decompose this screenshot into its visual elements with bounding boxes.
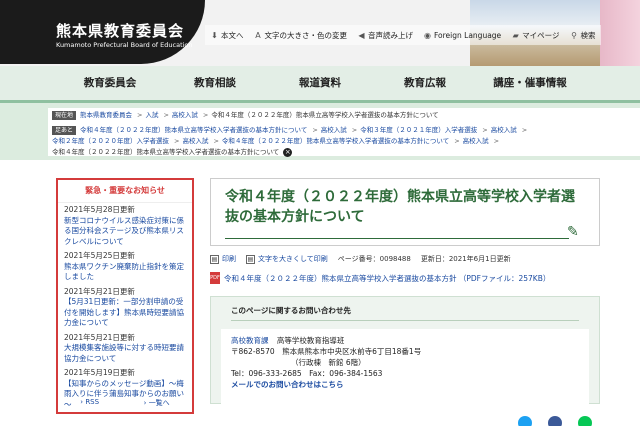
history-tag: 足あと [52, 126, 77, 135]
search-label: 検索 [580, 30, 596, 40]
nav-item-board[interactable]: 教育委員会 [58, 66, 163, 100]
breadcrumb-current: 現在地 熊本県教育委員会 > 入試 > 高校入試 > 令和４年度（２０２２年度）熊本県… [48, 108, 640, 123]
folder-icon: ▰ [512, 30, 519, 40]
contact-body: 高校教育課 高等学校教育指導班 〒862-8570 熊本県熊本市中央区水前寺6丁… [221, 329, 589, 405]
news-link[interactable]: 【5月31日更新：一部分割申請の受付を開始します】熊本県時短要請協力金について [64, 297, 186, 329]
current-location-tag: 現在地 [52, 111, 77, 120]
contact-dept-row: 高校教育課 高等学校教育指導班 [231, 335, 579, 346]
site-logo[interactable]: 熊本県教育委員会 Kumamoto Prefectural Board of E… [0, 0, 205, 64]
foreign-language-label: Foreign Language [434, 30, 502, 40]
history-link[interactable]: 令和２年度（２０２０年度）入学者選抜 [52, 136, 169, 147]
news-date: 2021年5月28日更新 [64, 205, 135, 214]
search-icon: ⚲ [571, 30, 577, 40]
text-size-icon: A [255, 30, 261, 40]
rss-link[interactable]: › RSS [80, 398, 99, 408]
news-item: 2021年5月28日更新 新型コロナウイルス感染症対策に係る国分科会ステージ及び… [64, 205, 186, 247]
print-button[interactable]: ▤ 印刷 [210, 254, 236, 264]
social-share [518, 416, 608, 426]
news-link[interactable]: 熊本県ワクチン廃棄防止指針を策定しました [64, 262, 186, 283]
pdf-download: PDF 令和４年度（２０２２年度）熊本県立高等学校入学者選抜の基本方針 （PDF… [210, 272, 610, 284]
news-link[interactable]: 大規模集客施設等に対する時短要請協力金について [64, 343, 186, 364]
nav-item-consultation[interactable]: 教育相談 [163, 66, 268, 100]
pdf-link[interactable]: 令和４年度（２０２２年度）熊本県立高等学校入学者選抜の基本方針 （PDFファイル… [224, 273, 550, 284]
urgent-notices-heading: 緊急・重要なお知らせ [58, 180, 192, 203]
page-title-box: 令和４年度（２０２２年度）熊本県立高等学校入学者選抜の基本方針について ✎ [210, 178, 600, 246]
pencil-icon: ✎ [567, 224, 579, 240]
contact-address-detail: （行政棟 新館 6階） [291, 358, 366, 367]
news-date: 2021年5月21日更新 [64, 286, 135, 296]
read-aloud-button[interactable]: ◀ 音声読み上げ [352, 26, 418, 44]
news-list: 2021年5月28日更新 新型コロナウイルス感染症対策に係る国分科会ステージ及び… [58, 203, 192, 416]
speaker-icon: ◀ [358, 30, 365, 40]
history-link[interactable]: 令和４年度（２０２２年度）熊本県立高等学校入学者選抜の基本方針について [222, 136, 449, 147]
breadcrumb-history: 足あと 令和４年度（２０２２年度）熊本県立高等学校入学者選抜の基本方針について >… [52, 125, 528, 157]
skip-to-content-label: 本文へ [221, 30, 244, 40]
site-header: 熊本県教育委員会 Kumamoto Prefectural Board of E… [0, 0, 640, 66]
skip-to-content-button[interactable]: ⬇ 本文へ [205, 26, 249, 44]
read-aloud-label: 音声読み上げ [368, 30, 413, 40]
page-title: 令和４年度（２０２２年度）熊本県立高等学校入学者選抜の基本方針について [225, 189, 575, 225]
news-item: 2021年5月21日更新 【5月31日更新：一部分割申請の受付を開始します】熊本… [64, 287, 186, 329]
twitter-icon[interactable] [518, 416, 532, 426]
download-icon: ⬇ [211, 30, 218, 40]
breadcrumb-link[interactable]: 高校入試 [172, 110, 198, 121]
globe-icon: ◉ [424, 30, 431, 40]
breadcrumb-link[interactable]: 熊本県教育委員会 [80, 110, 132, 121]
contact-phone: Tel：096-333-2685 Fax：096-384-1563 [231, 369, 383, 378]
news-link[interactable]: 新型コロナウイルス感染症対策に係る国分科会ステージ及び熊本県リスクレベルについて [64, 216, 186, 248]
search-button[interactable]: ⚲ 検索 [565, 26, 601, 44]
contact-dept-link[interactable]: 高校教育課 [231, 336, 269, 345]
news-item: 2021年5月25日更新 熊本県ワクチン廃棄防止指針を策定しました [64, 251, 186, 283]
header-toolbar: ⬇ 本文へ A 文字の大きさ・色の変更 ◀ 音声読み上げ ◉ Foreign Langu… [205, 25, 601, 45]
facebook-icon[interactable] [548, 416, 562, 426]
my-page-button[interactable]: ▰ マイページ [506, 26, 564, 44]
print-label: 印刷 [222, 255, 236, 263]
breadcrumb-current-page: 令和４年度（２０２２年度）熊本県立高等学校入学者選抜の基本方針について [211, 111, 439, 119]
text-size-label: 文字の大きさ・色の変更 [264, 30, 348, 40]
close-icon[interactable]: × [283, 148, 293, 157]
main-content: 令和４年度（２０２２年度）熊本県立高等学校入学者選抜の基本方針について ✎ ▤ 印… [210, 178, 610, 426]
text-size-button[interactable]: A 文字の大きさ・色の変更 [249, 26, 353, 44]
history-link[interactable]: 高校入試 [182, 136, 208, 147]
news-date: 2021年5月25日更新 [64, 251, 135, 260]
news-item: 2021年5月21日更新 大規模集客施設等に対する時短要請協力金について [64, 333, 186, 365]
pdf-icon: PDF [210, 272, 220, 284]
print-icon: ▤ [210, 255, 219, 264]
contact-mail-link[interactable]: メールでのお問い合わせはこちら [231, 380, 344, 389]
news-date: 2021年5月19日更新 [64, 368, 135, 377]
history-link[interactable]: 高校入試 [491, 125, 517, 136]
news-date: 2021年5月21日更新 [64, 332, 135, 342]
site-subtitle: Kumamoto Prefectural Board of Education [56, 41, 193, 49]
nav-item-publicity[interactable]: 教育広報 [373, 66, 478, 100]
line-icon[interactable] [578, 416, 592, 426]
site-title[interactable]: 熊本県教育委員会 [56, 20, 184, 41]
foreign-language-button[interactable]: ◉ Foreign Language [418, 26, 506, 44]
history-link[interactable]: 高校入試 [321, 125, 347, 136]
history-current-page: 令和４年度（２０２２年度）熊本県立高等学校入学者選抜の基本方針について [52, 148, 280, 156]
global-nav: 教育委員会 教育相談 報道資料 教育広報 講座・催事情報 [0, 66, 640, 103]
page-id: ページ番号：0098488 [337, 255, 411, 263]
contact-address: 〒862-8570 熊本県熊本市中央区水前寺6丁目18番1号 [231, 347, 422, 356]
history-link[interactable]: 高校入試 [463, 136, 489, 147]
urgent-notices-panel: 緊急・重要なお知らせ 2021年5月28日更新 新型コロナウイルス感染症対策に係… [56, 178, 194, 414]
page-tools: ▤ 印刷 ▤ 文字を大きくして印刷 ページ番号：0098488 更新日：2021年6… [210, 254, 610, 264]
breadcrumb-link[interactable]: 入試 [145, 110, 158, 121]
rss-label: RSS [85, 398, 100, 406]
updated-date: 更新日：2021年6月1日更新 [420, 255, 511, 263]
nav-item-events[interactable]: 講座・催事情報 [478, 66, 583, 100]
history-link[interactable]: 令和３年度（２０２１年度）入学者選抜 [360, 125, 477, 136]
list-link[interactable]: › 一覧へ [144, 398, 170, 408]
contact-heading: このページに関するお問い合わせ先 [231, 305, 579, 321]
my-page-label: マイページ [522, 30, 560, 40]
contact-box: このページに関するお問い合わせ先 高校教育課 高等学校教育指導班 〒862-85… [210, 296, 600, 405]
breadcrumb: 現在地 熊本県教育委員会 > 入試 > 高校入試 > 令和４年度（２０２２年度）熊本県… [48, 108, 640, 157]
large-print-button[interactable]: ▤ 文字を大きくして印刷 [246, 254, 328, 264]
large-print-icon: ▤ [246, 255, 255, 264]
list-label: 一覧へ [148, 399, 170, 407]
sidebar-footer: › RSS › 一覧へ [58, 398, 192, 408]
contact-section: 高等学校教育指導班 [276, 336, 345, 345]
nav-item-press[interactable]: 報道資料 [268, 66, 373, 100]
large-print-label: 文字を大きくして印刷 [258, 255, 328, 263]
history-link[interactable]: 令和４年度（２０２２年度）熊本県立高等学校入学者選抜の基本方針について [80, 125, 307, 136]
